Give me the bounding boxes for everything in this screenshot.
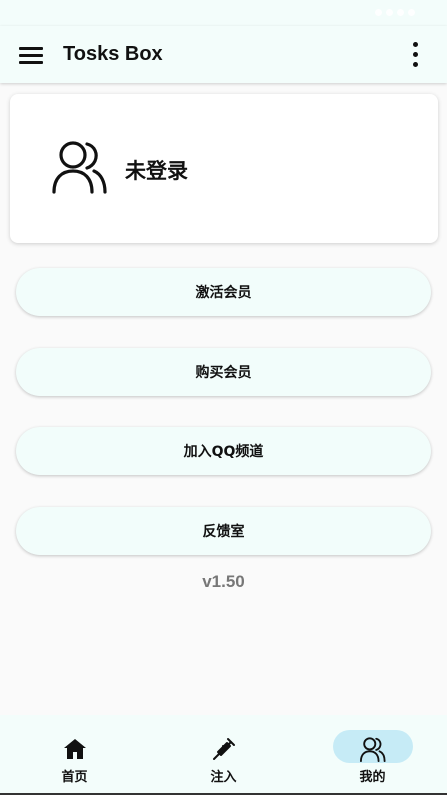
home-icon [63,739,86,759]
buy-membership-button[interactable]: 购买会员 [16,348,431,396]
hamburger-menu-icon[interactable] [13,39,49,69]
bottom-nav: 首页 注入 我的 [0,715,447,795]
users-icon [52,141,107,194]
more-vertical-icon[interactable] [399,40,431,70]
status-icons [375,9,415,16]
users-icon [359,737,386,762]
screen: Tosks Box 未登录 激活会员 购买会员 加入QQ频道 反馈室 v1.50… [0,0,447,795]
nav-item-inject[interactable]: 注入 [149,715,298,795]
nav-item-mine[interactable]: 我的 [298,715,447,795]
login-status: 未登录 [125,159,188,183]
profile-card[interactable]: 未登录 [10,94,438,243]
nav-item-home[interactable]: 首页 [0,715,149,795]
nav-label-home: 首页 [61,770,88,785]
join-qq-channel-button[interactable]: 加入QQ频道 [16,427,431,475]
app-bar: Tosks Box [0,26,447,83]
syringe-icon [212,738,235,760]
nav-label-mine: 我的 [359,770,386,785]
status-bar [0,0,447,26]
nav-label-inject: 注入 [210,770,237,785]
app-title: Tosks Box [63,43,163,65]
feedback-room-button[interactable]: 反馈室 [16,507,431,555]
activate-membership-button[interactable]: 激活会员 [16,268,431,316]
version-label: v1.50 [202,572,245,591]
